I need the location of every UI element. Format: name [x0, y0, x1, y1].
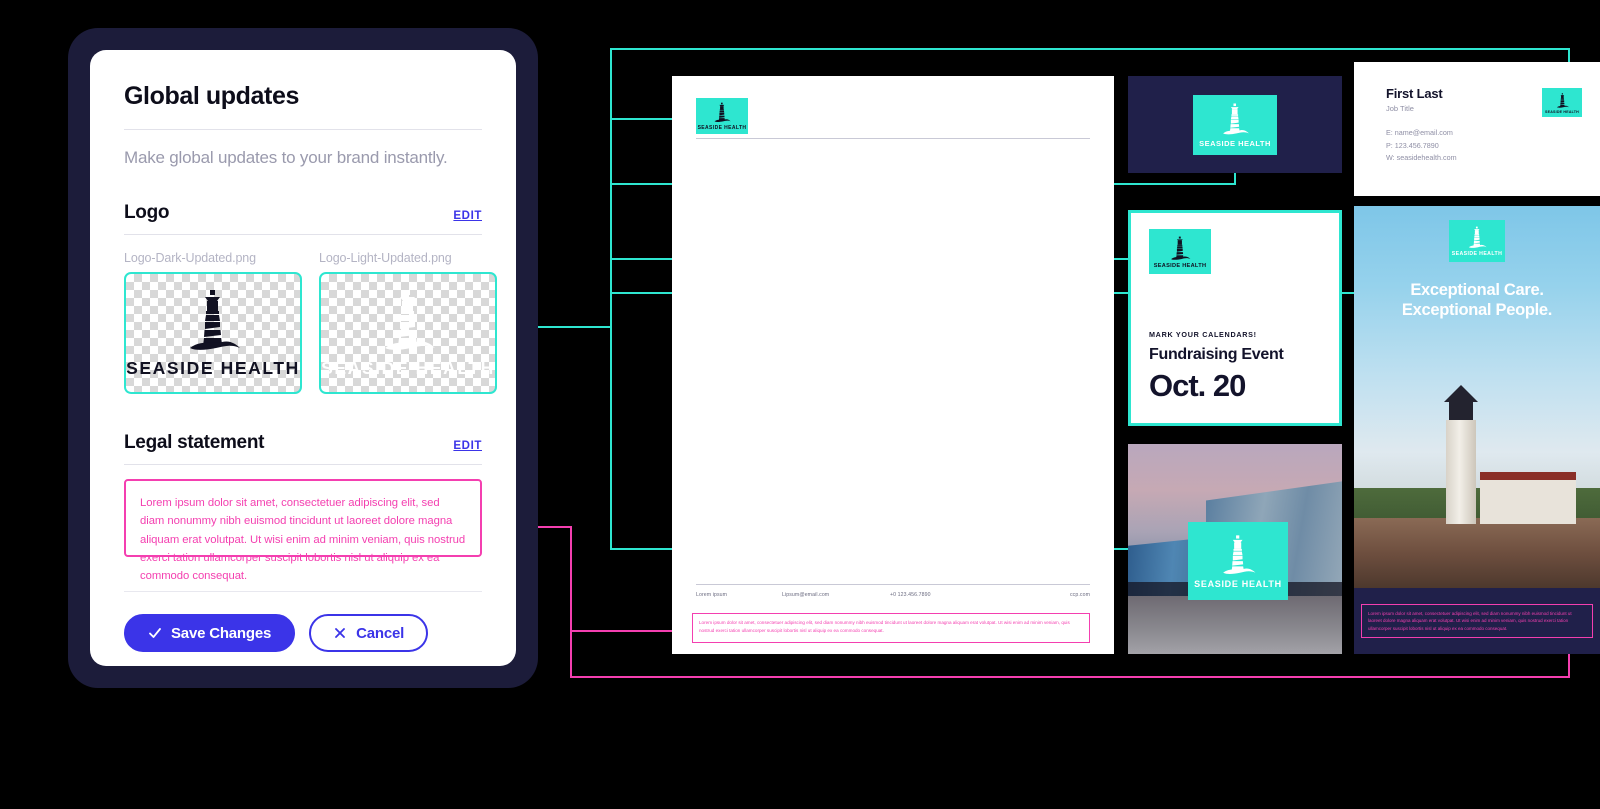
hero-headline-line2: Exceptional People.	[1401, 301, 1553, 320]
brand-settings-screen: Global updates Make global updates to yo…	[90, 50, 516, 666]
screenshot-root: Global updates Make global updates to yo…	[0, 0, 1600, 809]
lighthouse-icon	[1468, 226, 1487, 248]
legal-statement-text: Lorem ipsum dolor sit amet, consectetuer…	[140, 497, 466, 583]
building-photo-plaza	[1128, 596, 1342, 654]
hero-photo-rocks	[1354, 518, 1600, 588]
logo-dark-artwork: SEASIDE HEALTH	[126, 274, 300, 392]
letterhead-footer-email: Lipsum@email.com	[782, 592, 830, 598]
hero-legal-text: Lorem ipsum dolor sit amet, consectetuer…	[1361, 604, 1593, 638]
hero-photo-lighthouse-tower	[1446, 420, 1476, 524]
business-card-email: E: name@email.com	[1386, 128, 1453, 137]
business-card-logo-block: SEASIDE HEALTH	[1542, 88, 1582, 117]
logo-section-title: Logo	[124, 202, 170, 223]
hero-logo-block: SEASIDE HEALTH	[1449, 220, 1505, 262]
action-buttons: Save Changes Cancel	[124, 614, 482, 652]
flyer-wordmark: SEASIDE HEALTH	[1153, 262, 1207, 269]
lighthouse-icon	[190, 289, 240, 350]
lighthouse-icon	[714, 102, 731, 122]
actions-divider	[124, 591, 482, 592]
hero-headline: Exceptional Care. Exceptional People.	[1354, 280, 1600, 320]
edit-logo-button[interactable]: EDIT	[453, 210, 482, 224]
logo-section-divider	[124, 234, 482, 235]
logo-previews: Logo-Dark-Updated.png SEASIDE HEALTH Log…	[124, 251, 497, 394]
letterhead-legal-text: Lorem ipsum dolor sit amet, consectetuer…	[692, 613, 1090, 643]
asset-letterhead[interactable]: SEASIDE HEALTH Lorem ipsum Lipsum@email.…	[672, 76, 1114, 654]
logo-light-artwork: SEASIDE HEALTH	[321, 274, 495, 392]
page-subtitle: Make global updates to your brand instan…	[124, 148, 448, 167]
wire-logo-bus-left	[610, 48, 612, 550]
hero-legal-bar: Lorem ipsum dolor sit amet, consectetuer…	[1354, 588, 1600, 654]
lighthouse-icon	[385, 289, 435, 350]
flyer-logo-block: SEASIDE HEALTH	[1149, 229, 1211, 274]
dark-card-logo-block: SEASIDE HEALTH	[1193, 94, 1277, 155]
brand-settings-device: Global updates Make global updates to yo…	[68, 28, 538, 688]
letterhead-logo-block: SEASIDE HEALTH	[696, 98, 748, 134]
logo-dark-thumbnail[interactable]: SEASIDE HEALTH	[124, 272, 302, 394]
logo-light-filename: Logo-Light-Updated.png	[319, 251, 452, 265]
logo-preview-light[interactable]: Logo-Light-Updated.png SEASIDE HEALTH	[319, 251, 497, 394]
wire-logo-bus-top	[610, 48, 1570, 50]
dark-card-wordmark: SEASIDE HEALTH	[1199, 139, 1271, 148]
lighthouse-icon	[1223, 103, 1249, 135]
logo-dark-wordmark: SEASIDE HEALTH	[126, 357, 300, 378]
cancel-label: Cancel	[356, 624, 405, 642]
check-icon	[149, 628, 161, 638]
business-card-phone: P: 123.456.7890	[1386, 140, 1439, 150]
asset-event-flyer[interactable]: SEASIDE HEALTH MARK YOUR CALENDARS! Fund…	[1128, 210, 1342, 426]
legal-section-header: Legal statement EDIT	[124, 432, 482, 454]
lighthouse-icon	[1223, 535, 1256, 574]
wire-legal-bus-bottom	[570, 676, 1570, 678]
hero-headline-line1: Exceptional Care.	[1410, 281, 1544, 299]
hero-photo-keepers-house	[1480, 472, 1576, 524]
logo-dark-filename: Logo-Dark-Updated.png	[124, 251, 257, 265]
logo-section-header: Logo EDIT	[124, 202, 482, 224]
legal-section-title: Legal statement	[124, 432, 265, 453]
flyer-headline: Fundraising Event	[1149, 346, 1284, 363]
asset-business-card[interactable]: First Last Job Title E: name@email.com P…	[1354, 62, 1600, 196]
building-card-logo-block: SEASIDE HEALTH	[1188, 522, 1288, 600]
flyer-date: Oct. 20	[1149, 368, 1246, 403]
logo-light-wordmark: SEASIDE HEALTH	[321, 357, 495, 378]
letterhead-footer-row: Lorem ipsum Lipsum@email.com +0 123.456.…	[696, 592, 1090, 598]
lighthouse-icon	[1171, 236, 1191, 260]
letterhead-wordmark: SEASIDE HEALTH	[697, 125, 747, 131]
asset-dark-logo-card[interactable]: SEASIDE HEALTH	[1128, 76, 1342, 173]
building-card-wordmark: SEASIDE HEALTH	[1194, 579, 1282, 589]
letterhead-footer-phone: +0 123.456.7890	[890, 592, 931, 598]
page-title: Global updates	[124, 82, 299, 110]
edit-legal-button[interactable]: EDIT	[453, 440, 482, 454]
legal-section-divider	[124, 464, 482, 465]
letterhead-top-rule	[696, 138, 1090, 139]
logo-light-thumbnail[interactable]: SEASIDE HEALTH	[319, 272, 497, 394]
business-card-wordmark: SEASIDE HEALTH	[1545, 109, 1579, 114]
cancel-button[interactable]: Cancel	[309, 614, 429, 652]
save-changes-label: Save Changes	[171, 624, 272, 642]
asset-building-photo-card[interactable]: SEASIDE HEALTH	[1128, 444, 1342, 654]
letterhead-footer-rule	[696, 584, 1090, 585]
letterhead-footer-company: Lorem ipsum	[696, 592, 728, 598]
hero-photo-lantern-roof	[1444, 385, 1478, 402]
wire-legal-bus-left	[570, 526, 572, 678]
hero-photo-lantern-room	[1449, 400, 1473, 420]
asset-hero-poster[interactable]: SEASIDE HEALTH Exceptional Care. Excepti…	[1354, 206, 1600, 654]
legal-statement-field[interactable]: Lorem ipsum dolor sit amet, consectetuer…	[124, 479, 482, 582]
letterhead-footer-website: ccp.com	[1069, 592, 1090, 598]
business-card-website: W: seasidehealth.com	[1386, 153, 1457, 163]
lighthouse-icon	[1556, 92, 1569, 108]
save-changes-button[interactable]: Save Changes	[124, 614, 296, 652]
business-card-contact: E: name@email.com P: 123.456.7890 W: sea…	[1386, 127, 1600, 165]
hero-wordmark: SEASIDE HEALTH	[1451, 251, 1503, 257]
flyer-kicker: MARK YOUR CALENDARS!	[1149, 330, 1257, 339]
logo-preview-dark[interactable]: Logo-Dark-Updated.png SEASIDE HEALTH	[124, 251, 302, 394]
title-divider	[124, 129, 482, 130]
close-icon	[335, 628, 346, 638]
